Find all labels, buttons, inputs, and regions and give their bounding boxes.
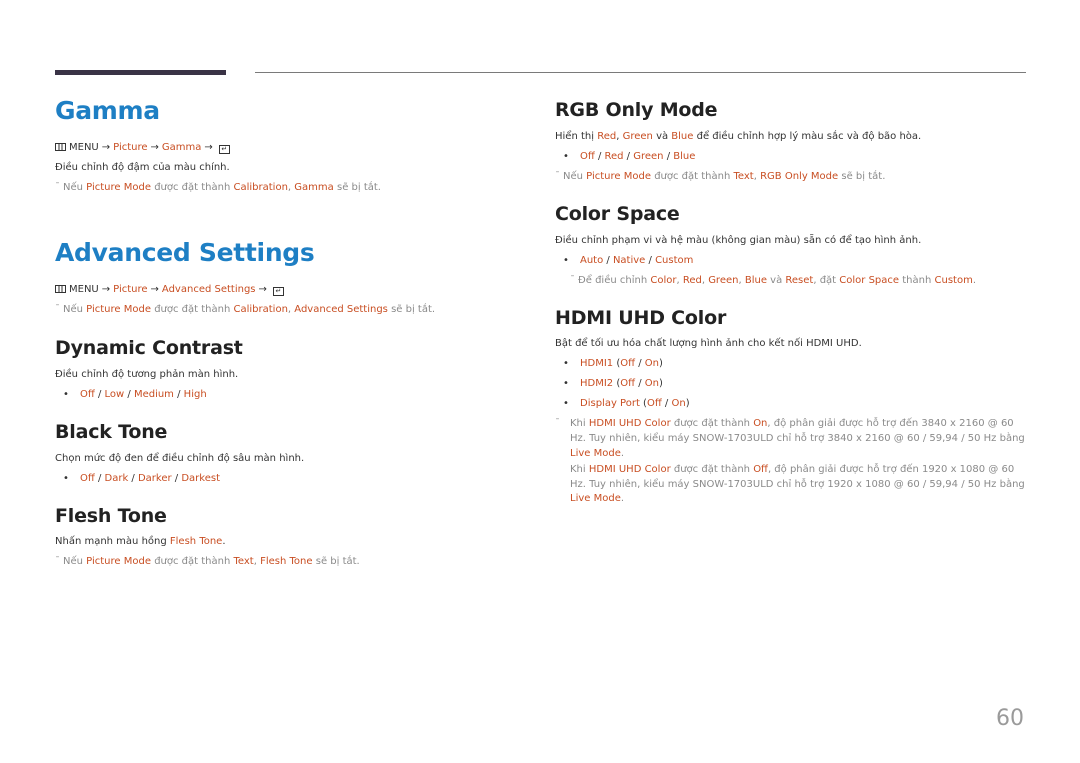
option-dark[interactable]: Dark bbox=[105, 473, 129, 484]
option-off[interactable]: Off bbox=[80, 389, 95, 400]
gamma-note: ¯ Nếu Picture Mode được đặt thành Calibra… bbox=[55, 182, 381, 193]
option-native[interactable]: Native bbox=[613, 255, 645, 266]
option-darker[interactable]: Darker bbox=[138, 473, 172, 484]
left-column: Gamma MENU → Picture → Gamma → ↵ Điều chỉnh độ… bbox=[55, 96, 525, 572]
option-auto[interactable]: Auto bbox=[580, 255, 603, 266]
color-space-note: ¯ Để điều chỉnh Color, Red, Green, Blue v… bbox=[570, 274, 976, 286]
section-hdmi-uhd-color: HDMI UHD Color Bật để tối ưu hóa chất lư… bbox=[555, 307, 1025, 507]
option-darkest[interactable]: Darkest bbox=[181, 473, 220, 484]
flesh-tone-note: ¯ Nếu Picture Mode được đặt thành Text, F… bbox=[55, 556, 360, 568]
color-space-title: Color Space bbox=[555, 202, 680, 225]
display-port-option: Display Port (Off / On) bbox=[555, 394, 1025, 414]
port-display-port[interactable]: Display Port bbox=[580, 398, 640, 409]
port-hdmi2[interactable]: HDMI2 bbox=[580, 378, 613, 389]
advanced-settings-title: Advanced Settings bbox=[55, 238, 315, 267]
option-on[interactable]: On bbox=[671, 398, 685, 409]
dynamic-contrast-options: Off / Low / Medium / High bbox=[55, 385, 525, 405]
note-dash-icon: ¯ bbox=[555, 418, 560, 430]
hdmi1-option: HDMI1 (Off / On) bbox=[555, 354, 1025, 374]
section-color-space: Color Space Điều chỉnh phạm vi và hệ màu… bbox=[555, 203, 1025, 291]
option-red[interactable]: Red bbox=[605, 151, 624, 162]
enter-icon: ↵ bbox=[218, 145, 230, 154]
menu-path: MENU → Picture → Advanced Settings → ↵ bbox=[55, 280, 525, 300]
rgb-only-mode-title: RGB Only Mode bbox=[555, 99, 718, 121]
menu-step-advanced-settings[interactable]: Advanced Settings bbox=[162, 284, 256, 295]
black-tone-description: Chọn mức độ đen để điều chỉnh độ sâu màn… bbox=[55, 452, 305, 464]
page-number: 60 bbox=[996, 706, 1024, 731]
section-black-tone: Black Tone Chọn mức độ đen để điều chỉnh… bbox=[55, 421, 525, 489]
hdmi-uhd-note-on: ¯ Khi HDMI UHD Color được đặt thành On, … bbox=[555, 418, 1025, 459]
arrow-icon: → bbox=[101, 142, 111, 153]
menu-icon bbox=[55, 143, 66, 151]
hdmi2-option: HDMI2 (Off / On) bbox=[555, 374, 1025, 394]
option-off[interactable]: Off bbox=[80, 473, 95, 484]
gamma-title: Gamma bbox=[55, 96, 160, 125]
right-column: RGB Only Mode Hiển thị Red, Green và Blu… bbox=[555, 96, 1025, 507]
header-accent-bar bbox=[55, 70, 226, 75]
hdmi-uhd-color-title: HDMI UHD Color bbox=[555, 306, 727, 329]
option-green[interactable]: Green bbox=[633, 151, 663, 162]
rgb-only-mode-options: Off / Red / Green / Blue bbox=[555, 147, 1025, 167]
black-tone-title: Black Tone bbox=[55, 420, 168, 443]
section-gamma: Gamma MENU → Picture → Gamma → ↵ Điều chỉnh độ… bbox=[55, 96, 525, 198]
port-hdmi1[interactable]: HDMI1 bbox=[580, 358, 613, 369]
option-custom[interactable]: Custom bbox=[655, 255, 693, 266]
rgb-only-mode-description: Hiển thị Red, Green và Blue để điều chỉn… bbox=[555, 130, 922, 142]
note-dash-icon: ¯ bbox=[570, 274, 575, 286]
option-medium[interactable]: Medium bbox=[134, 389, 174, 400]
option-high[interactable]: High bbox=[184, 389, 207, 400]
flesh-tone-title: Flesh Tone bbox=[55, 504, 167, 527]
flesh-tone-description: Nhấn mạnh màu hồng Flesh Tone. bbox=[55, 536, 226, 548]
menu-label: MENU bbox=[69, 284, 99, 295]
menu-step-gamma[interactable]: Gamma bbox=[162, 142, 202, 153]
note-dash-icon: ¯ bbox=[555, 170, 560, 182]
option-off[interactable]: Off bbox=[647, 398, 662, 409]
hdmi-uhd-note-off: Khi HDMI UHD Color được đặt thành Off, đ… bbox=[570, 464, 1025, 505]
option-low[interactable]: Low bbox=[105, 389, 125, 400]
black-tone-options: Off / Dark / Darker / Darkest bbox=[55, 469, 525, 489]
section-flesh-tone: Flesh Tone Nhấn mạnh màu hồng Flesh Tone… bbox=[55, 505, 525, 573]
arrow-icon: → bbox=[258, 284, 267, 295]
arrow-icon: → bbox=[101, 284, 111, 295]
note-dash-icon: ¯ bbox=[55, 304, 60, 315]
option-off[interactable]: Off bbox=[620, 358, 635, 369]
option-off[interactable]: Off bbox=[620, 378, 635, 389]
menu-label: MENU bbox=[69, 142, 99, 153]
menu-step-picture[interactable]: Picture bbox=[113, 284, 147, 295]
color-space-description: Điều chỉnh phạm vi và hệ màu (không gian… bbox=[555, 234, 922, 246]
option-blue[interactable]: Blue bbox=[673, 151, 695, 162]
arrow-icon: → bbox=[150, 142, 159, 153]
section-dynamic-contrast: Dynamic Contrast Điều chỉnh độ tương phả… bbox=[55, 337, 525, 405]
enter-icon: ↵ bbox=[272, 287, 284, 296]
arrow-icon: → bbox=[150, 284, 159, 295]
menu-icon bbox=[55, 285, 66, 293]
note-dash-icon: ¯ bbox=[55, 182, 60, 193]
option-on[interactable]: On bbox=[645, 358, 659, 369]
header-rule bbox=[255, 72, 1026, 73]
section-advanced-settings: Advanced Settings MENU → Picture → Advanced … bbox=[55, 238, 525, 320]
option-on[interactable]: On bbox=[645, 378, 659, 389]
color-space-options: Auto / Native / Custom bbox=[555, 251, 1025, 271]
rgb-only-mode-note: ¯ Nếu Picture Mode được đặt thành Text, R… bbox=[555, 170, 886, 182]
hdmi-uhd-color-description: Bật để tối ưu hóa chất lượng hình ảnh ch… bbox=[555, 338, 862, 350]
advanced-settings-note: ¯ Nếu Picture Mode được đặt thành Calibra… bbox=[55, 304, 436, 315]
dynamic-contrast-title: Dynamic Contrast bbox=[55, 337, 243, 359]
option-off[interactable]: Off bbox=[580, 151, 595, 162]
dynamic-contrast-description: Điều chỉnh độ tương phản màn hình. bbox=[55, 368, 239, 380]
gamma-description: Điều chỉnh độ đậm của màu chính. bbox=[55, 162, 230, 173]
note-dash-icon: ¯ bbox=[55, 556, 60, 568]
arrow-icon: → bbox=[204, 142, 213, 153]
menu-step-picture[interactable]: Picture bbox=[113, 142, 147, 153]
menu-path: MENU → Picture → Gamma → ↵ bbox=[55, 138, 525, 158]
section-rgb-only-mode: RGB Only Mode Hiển thị Red, Green và Blu… bbox=[555, 99, 1025, 187]
